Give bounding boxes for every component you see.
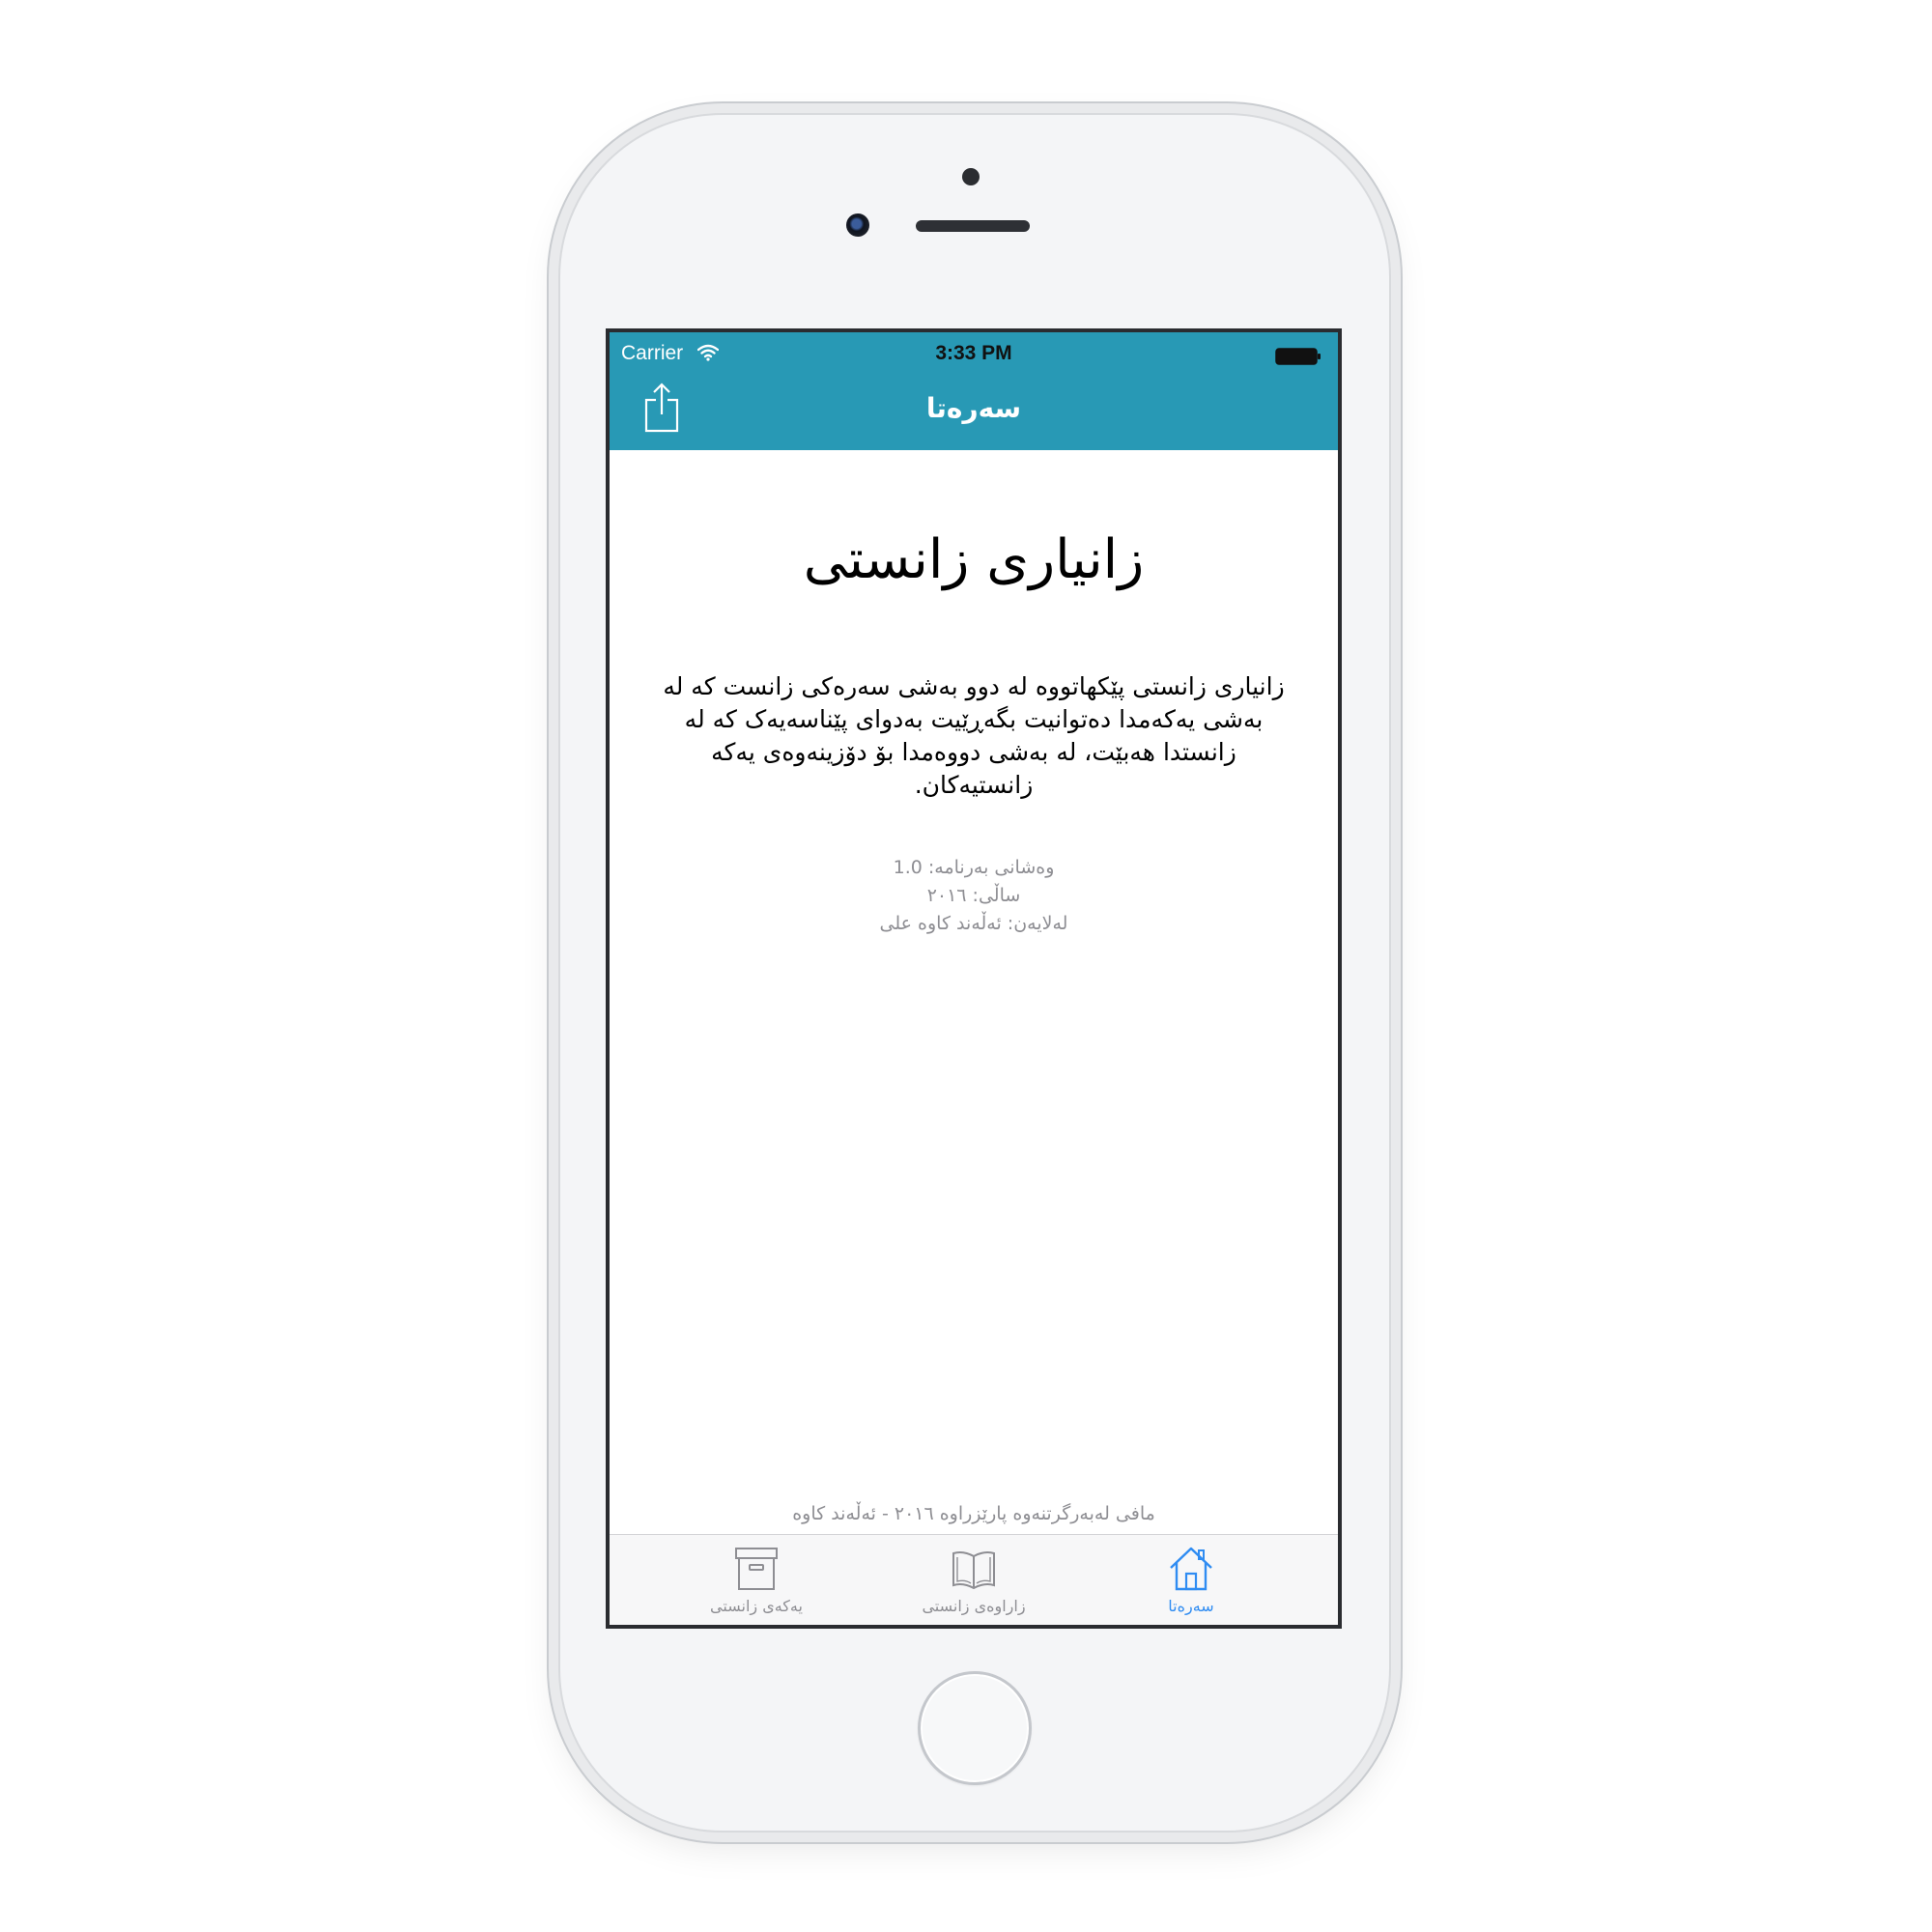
status-time: 3:33 PM: [935, 342, 1012, 364]
page-title: زانیاری زانستی: [803, 528, 1145, 591]
open-book-icon: [952, 1551, 995, 1590]
home-button[interactable]: [918, 1671, 1032, 1785]
screen: Carrier 3:33 PM سەرەتا زانیاری زانستی زا…: [606, 328, 1342, 1629]
app-info: وەشانی بەرنامە: 1.0 ساڵی: ٢٠١٦ لەلایەن: …: [610, 854, 1338, 938]
navigation-header: Carrier 3:33 PM سەرەتا: [610, 332, 1338, 450]
tab-bar: یەکەی زانستی زاراوەی زانستی سەرەتا: [610, 1534, 1338, 1625]
tab-label: یەکەی زانستی: [710, 1597, 803, 1615]
proximity-sensor: [962, 168, 980, 185]
copyright-text: مافی لەبەرگرتنەوە پارێزراوە ٢٠١٦ - ئەڵەن…: [792, 1503, 1155, 1524]
archive-box-icon: [735, 1548, 778, 1590]
tab-scientific-terms[interactable]: زاراوەی زانستی: [877, 1535, 1070, 1625]
version-text: وەشانی بەرنامە: 1.0: [893, 857, 1055, 878]
stage: Carrier 3:33 PM سەرەتا زانیاری زانستی زا…: [0, 0, 1932, 1932]
tab-label: سەرەتا: [1168, 1597, 1214, 1615]
power-button: [1391, 476, 1397, 602]
home-icon: [1170, 1547, 1212, 1591]
tab-label: زاراوەی زانستی: [922, 1597, 1026, 1615]
tab-home[interactable]: سەرەتا: [1094, 1535, 1288, 1625]
front-camera: [846, 213, 869, 237]
app-description: زانیاری زانستی پێکهاتووه له دوو بەشی سەر…: [663, 672, 1285, 799]
nav-title: سەرەتا: [925, 392, 1022, 424]
year-text: ساڵی: ٢٠١٦: [926, 885, 1021, 906]
tab-scientific-units[interactable]: یەکەی زانستی: [660, 1535, 853, 1625]
battery-icon: [1275, 348, 1321, 365]
earpiece-speaker: [916, 220, 1030, 232]
author-text: لەلایەن: ئەڵەند کاوە علی: [879, 913, 1068, 934]
frame-antenna-top: [1391, 246, 1397, 275]
